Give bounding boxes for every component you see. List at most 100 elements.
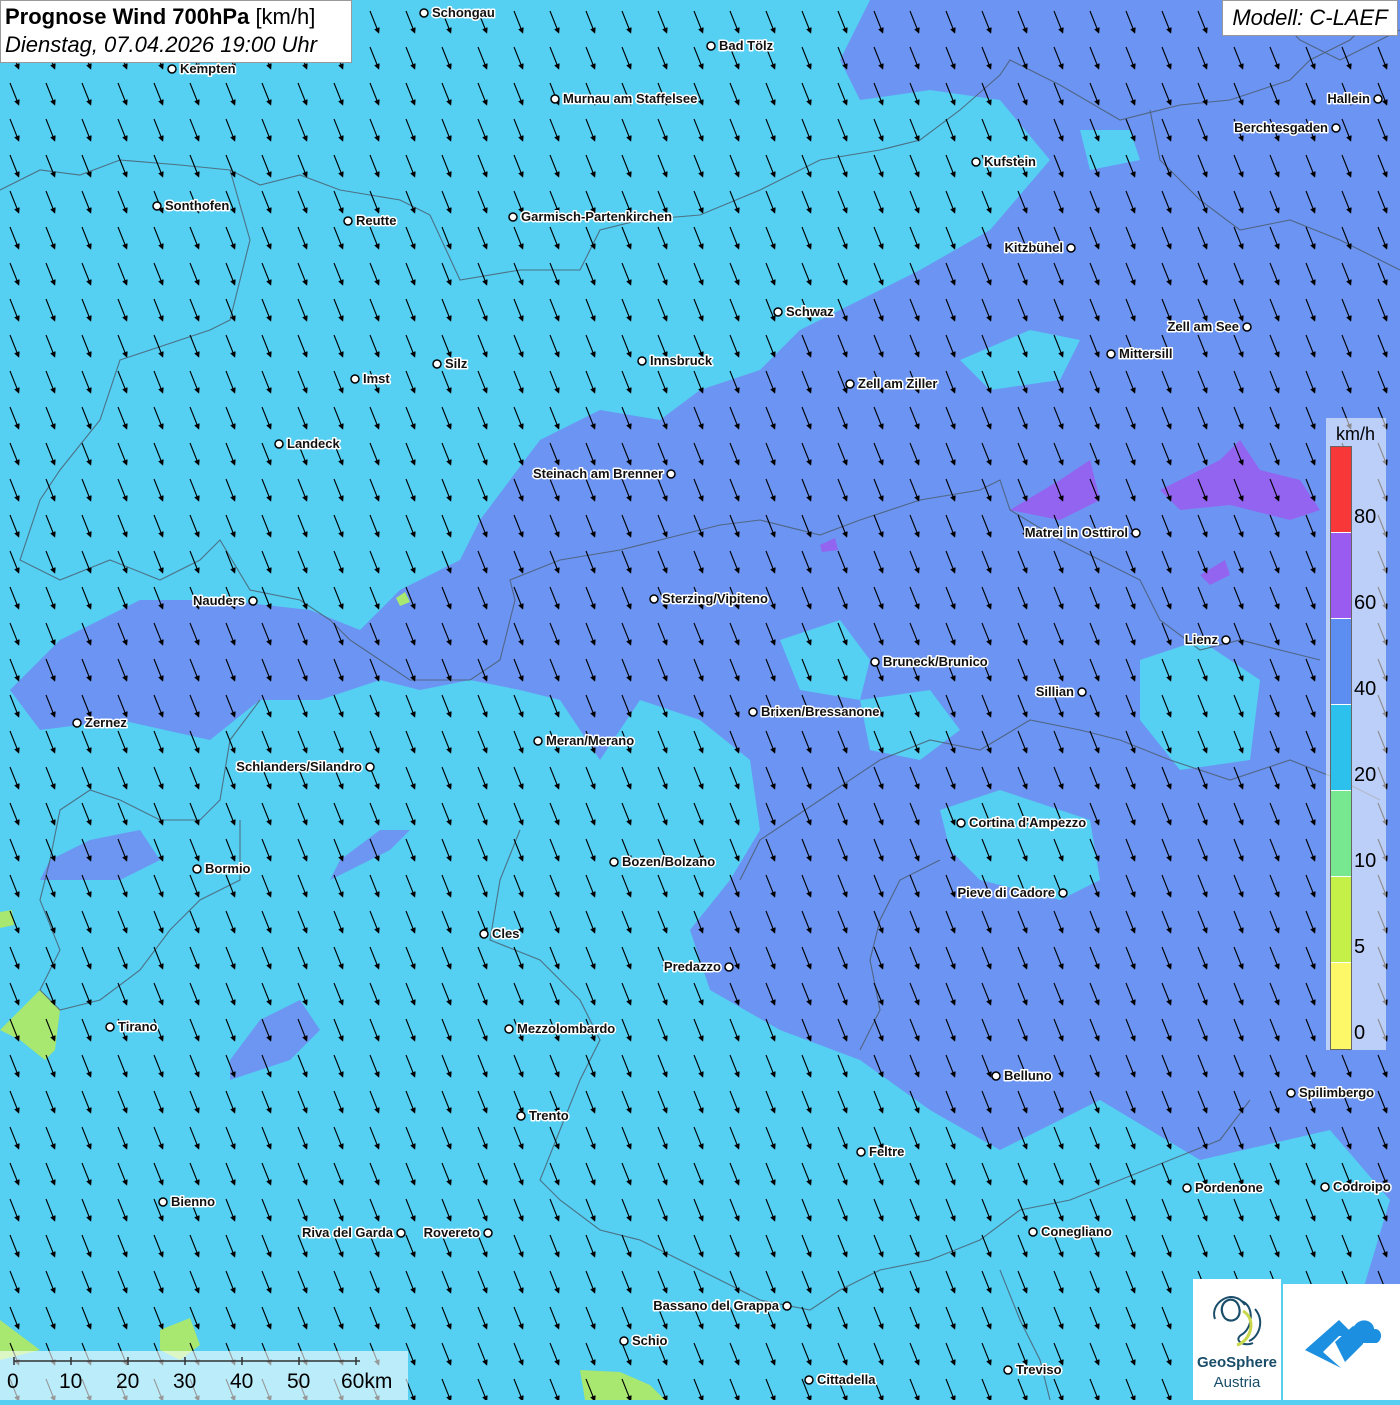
city-marker[interactable]: Bozen/Bolzano — [609, 853, 717, 871]
city-dot — [516, 1111, 526, 1121]
scale-label: 40 — [230, 1370, 254, 1393]
city-label: Riva del Garda — [302, 1225, 394, 1240]
city-label: Silz — [445, 356, 468, 371]
geosphere-emblem-icon — [1213, 1296, 1262, 1347]
city-dot — [748, 707, 758, 717]
legend-swatch — [1331, 533, 1351, 619]
city-label: Meran/Merano — [546, 733, 634, 748]
city-label: Kufstein — [984, 154, 1036, 169]
city-dot — [609, 857, 619, 867]
city-dot — [666, 469, 676, 479]
city-label: Berchtesgaden — [1234, 120, 1328, 135]
city-label: Schlanders/Silandro — [236, 759, 362, 774]
scale-label: 20 — [116, 1370, 140, 1393]
city-label: Trento — [529, 1108, 569, 1123]
city-dot — [1320, 1182, 1330, 1192]
city-marker[interactable]: Innsbruck — [637, 352, 714, 370]
city-dot — [72, 718, 82, 728]
legend-label: 80 — [1354, 506, 1377, 528]
city-dot — [1373, 94, 1383, 104]
city-marker[interactable]: Schlanders/Silandro — [235, 758, 375, 776]
city-label: Cittadella — [817, 1372, 876, 1387]
city-label: Brixen/Bressanone — [761, 704, 880, 719]
geosphere-logo[interactable]: GeoSphere Austria — [1193, 1279, 1281, 1400]
city-dot — [1182, 1183, 1192, 1193]
city-marker[interactable]: Sonthofen — [152, 197, 231, 215]
wind-map[interactable]: Schongau Bad Tölz Kempten Hallein Murnau am … — [0, 0, 1400, 1400]
scale-bar: 0 10 20 30 40 50 60km — [0, 1351, 408, 1400]
city-label: Sillian — [1036, 684, 1074, 699]
city-marker[interactable]: Matrei in Osttirol — [1023, 524, 1141, 542]
city-dot — [856, 1147, 866, 1157]
forecast-datetime: Dienstag, 07.04.2026 19:00 Uhr — [5, 32, 317, 57]
app-logo[interactable] — [1283, 1284, 1400, 1400]
city-dot — [432, 359, 442, 369]
city-label: Schongau — [432, 5, 495, 20]
city-label: Reutte — [356, 213, 396, 228]
city-dot — [192, 864, 202, 874]
city-label: Pieve di Cadore — [957, 885, 1055, 900]
city-marker[interactable]: Berchtesgaden — [1233, 119, 1341, 137]
city-label: Pordenone — [1195, 1180, 1263, 1195]
city-label: Schwaz — [786, 304, 834, 319]
title-unit: [km/h] — [255, 4, 316, 29]
city-dot — [274, 439, 284, 449]
city-marker[interactable]: Pieve di Cadore — [956, 884, 1068, 902]
city-marker[interactable]: Sterzing/Vipiteno — [649, 590, 769, 608]
city-marker[interactable]: Spilimbergo — [1286, 1084, 1376, 1102]
city-dot — [991, 1071, 1001, 1081]
city-label: Spilimbergo — [1299, 1085, 1374, 1100]
city-label: Feltre — [869, 1144, 904, 1159]
city-dot — [479, 929, 489, 939]
city-marker[interactable]: Brixen/Bressanone — [748, 703, 881, 721]
city-dot — [971, 157, 981, 167]
city-marker[interactable]: Bassano del Grappa — [652, 1297, 792, 1315]
scale-label: 10 — [59, 1370, 83, 1393]
city-marker[interactable]: Pordenone — [1182, 1179, 1264, 1197]
city-dot — [504, 1024, 514, 1034]
city-label: Bozen/Bolzano — [622, 854, 715, 869]
city-marker[interactable]: Riva del Garda — [300, 1224, 406, 1242]
city-label: Bienno — [171, 1194, 215, 1209]
city-marker[interactable]: Schongau — [419, 4, 496, 22]
city-marker[interactable]: Zell am See — [1166, 318, 1252, 336]
city-label: Rovereto — [424, 1225, 480, 1240]
city-dot — [724, 962, 734, 972]
city-dot — [782, 1301, 792, 1311]
city-label: Predazzo — [664, 959, 721, 974]
model-label: Modell: C-LAEF — [1222, 0, 1398, 36]
legend-color-bar — [1330, 446, 1352, 1050]
city-marker[interactable]: Conegliano — [1028, 1223, 1113, 1241]
city-label: Zell am Ziller — [858, 376, 937, 391]
city-marker[interactable]: Murnau am Staffelsee — [550, 90, 699, 108]
scale-label: 60km — [341, 1370, 393, 1393]
city-marker[interactable]: Bruneck/Brunico — [870, 653, 989, 671]
city-dot — [649, 594, 659, 604]
city-label: Conegliano — [1041, 1224, 1112, 1239]
city-dot — [1028, 1227, 1038, 1237]
city-label: Kitzbühel — [1005, 240, 1064, 255]
city-label: Cles — [492, 926, 519, 941]
city-marker[interactable]: Steinach am Brenner — [531, 465, 676, 483]
city-dot — [870, 657, 880, 667]
city-label: Lienz — [1185, 632, 1219, 647]
city-marker[interactable]: Garmisch-Partenkirchen — [508, 208, 674, 226]
city-label: Mittersill — [1119, 346, 1172, 361]
city-dot — [550, 94, 560, 104]
scale-label: 50 — [287, 1370, 311, 1393]
map-title: Prognose Wind 700hPa [km/h] — [5, 4, 347, 30]
city-marker[interactable]: Cortina d'Ampezzo — [956, 814, 1088, 832]
title-box: Prognose Wind 700hPa [km/h] Dienstag, 07… — [0, 0, 352, 63]
legend-label: 40 — [1354, 678, 1377, 700]
city-dot — [1221, 635, 1231, 645]
legend-label: 10 — [1354, 850, 1377, 872]
city-dot — [619, 1336, 629, 1346]
city-marker[interactable]: Mezzolombardo — [504, 1020, 617, 1038]
city-label: Kempten — [180, 61, 236, 76]
city-marker[interactable]: Meran/Merano — [533, 732, 636, 750]
city-marker[interactable]: Zell am Ziller — [845, 375, 939, 393]
city-dot — [1058, 888, 1068, 898]
city-label: Mezzolombardo — [517, 1021, 615, 1036]
city-label: Matrei in Osttirol — [1025, 525, 1128, 540]
city-dot — [1077, 687, 1087, 697]
